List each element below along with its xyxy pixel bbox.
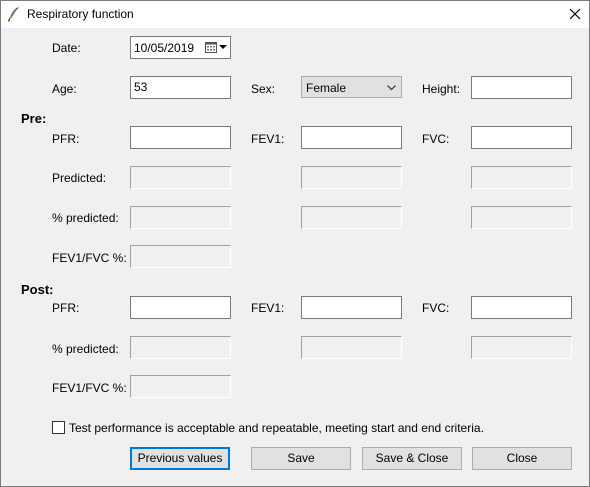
pre-pfr-label: PFR: [52,132,80,146]
pre-pct-predicted-label: % predicted: [52,211,119,225]
pre-fvc-field[interactable] [471,126,572,149]
post-fvc-pct-predicted [471,336,572,359]
acceptable-label[interactable]: Test performance is acceptable and repea… [69,421,484,435]
height-field[interactable] [471,76,572,99]
close-window-button[interactable] [561,1,589,28]
pre-fev1-field[interactable] [301,126,402,149]
pre-fev1-pct-predicted [301,206,402,229]
date-picker[interactable]: 10/05/2019 [130,36,231,59]
sex-label: Sex: [251,82,276,96]
post-fvc-label: FVC: [422,301,450,315]
window-title: Respiratory function [27,7,134,21]
post-pct-predicted-label: % predicted: [52,342,119,356]
sex-value: Female [306,81,347,95]
post-heading: Post: [21,282,54,297]
height-label: Height: [422,82,461,96]
pre-fev1-label: FEV1: [251,132,285,146]
acceptable-checkbox[interactable] [52,421,65,434]
pre-pfr-predicted [130,166,231,189]
sex-dropdown[interactable]: Female [301,76,402,98]
post-fev1-label: FEV1: [251,301,285,315]
title-bar: Respiratory function [1,1,589,28]
post-ratio-value [130,375,231,398]
respiratory-function-dialog: Respiratory function Date: 10/05/2019 Ag… [0,0,590,487]
pre-heading: Pre: [21,111,47,126]
post-pfr-field[interactable] [130,296,231,319]
post-pfr-pct-predicted [130,336,231,359]
save-close-button[interactable]: Save & Close [362,447,462,470]
close-button[interactable]: Close [472,447,572,470]
chevron-down-icon[interactable] [219,45,227,50]
pre-fvc-label: FVC: [422,132,450,146]
pre-fvc-pct-predicted [471,206,572,229]
post-fev1-field[interactable] [301,296,402,319]
previous-values-button[interactable]: Previous values [130,447,230,470]
post-pfr-label: PFR: [52,301,80,315]
post-fvc-field[interactable] [471,296,572,319]
save-button[interactable]: Save [251,447,351,470]
pre-predicted-label: Predicted: [52,171,107,185]
chevron-down-icon [387,85,396,91]
date-label: Date: [52,41,81,55]
close-icon [569,8,581,20]
post-fev1-pct-predicted [301,336,402,359]
pre-pfr-field[interactable] [130,126,231,149]
date-value: 10/05/2019 [134,41,195,55]
age-label: Age: [52,82,77,96]
calendar-icon[interactable] [205,41,217,53]
pre-ratio-label: FEV1/FVC %: [52,251,127,265]
pre-pfr-pct-predicted [130,206,231,229]
pre-ratio-value [130,245,231,268]
pre-fvc-predicted [471,166,572,189]
post-ratio-label: FEV1/FVC %: [52,381,127,395]
pre-fev1-predicted [301,166,402,189]
age-field[interactable]: 53 [130,76,231,99]
quill-icon [7,7,19,22]
